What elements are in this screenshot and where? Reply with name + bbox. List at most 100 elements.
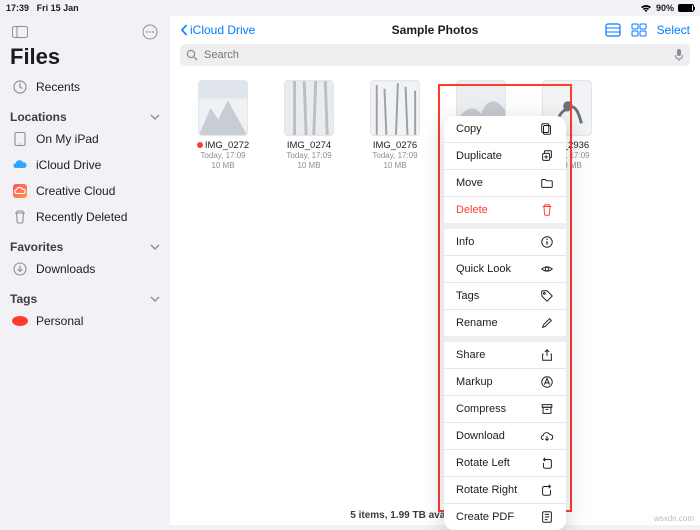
file-name: IMG_0274: [287, 140, 331, 151]
search-input[interactable]: [204, 49, 668, 61]
share-icon: [540, 348, 554, 362]
mic-icon[interactable]: [674, 48, 684, 62]
file-item[interactable]: IMG_0272 Today, 17:09 10 MB: [190, 80, 256, 170]
sidebar-title: Files: [10, 44, 160, 70]
menu-more-button[interactable]: [140, 22, 160, 42]
file-name: IMG_0272: [197, 140, 249, 151]
sidebar-item-downloads[interactable]: Downloads: [10, 256, 160, 282]
section-label: Tags: [10, 292, 37, 306]
sidebar-item-label: Personal: [36, 314, 83, 328]
sidebar-item-label: On My iPad: [36, 132, 99, 146]
menu-item-label: Download: [456, 430, 505, 442]
menu-item-duplicate[interactable]: Duplicate: [444, 143, 566, 169]
menu-item-rotate-right[interactable]: Rotate Right: [444, 477, 566, 503]
select-button[interactable]: Select: [657, 23, 690, 37]
chevron-left-icon: [180, 24, 188, 36]
chevron-down-icon: [150, 114, 160, 120]
menu-item-markup[interactable]: Markup: [444, 369, 566, 395]
tag-icon: [540, 289, 554, 303]
status-date: Fri 15 Jan: [37, 3, 79, 13]
tag-color-icon: [12, 316, 28, 326]
file-size: 10 MB: [383, 161, 406, 171]
file-size: 10 MB: [297, 161, 320, 171]
menu-item-label: Quick Look: [456, 263, 511, 275]
section-locations[interactable]: Locations: [10, 110, 160, 124]
folder-icon: [540, 176, 554, 190]
menu-item-info[interactable]: Info: [444, 229, 566, 255]
menu-item-download[interactable]: Download: [444, 423, 566, 449]
sidebar-item-icloud-drive[interactable]: iCloud Drive: [10, 152, 160, 178]
menu-item-label: Tags: [456, 290, 479, 302]
search-field[interactable]: [180, 44, 690, 66]
context-menu: Copy Duplicate Move Delete Info Quick Look Tag…: [444, 116, 566, 530]
sidebar-item-recently-deleted[interactable]: Recently Deleted: [10, 204, 160, 230]
view-grid-button[interactable]: [631, 23, 647, 37]
section-favorites[interactable]: Favorites: [10, 240, 160, 254]
sidebar-item-creative-cloud[interactable]: Creative Cloud: [10, 178, 160, 204]
menu-item-copy[interactable]: Copy: [444, 116, 566, 142]
file-date: Today, 17:09: [286, 151, 331, 161]
battery-icon: [678, 4, 694, 12]
menu-item-label: Create PDF: [456, 511, 514, 523]
sidebar-item-label: Creative Cloud: [36, 184, 115, 198]
file-name: IMG_0276: [373, 140, 417, 151]
file-thumbnail: [198, 80, 248, 136]
back-label: iCloud Drive: [190, 23, 255, 37]
sidebar-item-recents[interactable]: Recents: [10, 74, 160, 100]
creative-cloud-icon: [12, 183, 28, 199]
menu-item-tags[interactable]: Tags: [444, 283, 566, 309]
file-item[interactable]: IMG_0274 Today, 17:09 10 MB: [276, 80, 342, 170]
sidebar: Files Recents Locations On My iPad iClou…: [0, 16, 170, 525]
file-thumbnail: [370, 80, 420, 136]
file-size: 10 MB: [211, 161, 234, 171]
pdf-icon: [540, 510, 554, 524]
nav-bar: iCloud Drive Sample Photos Select: [170, 16, 700, 44]
file-date: Today, 17:09: [200, 151, 245, 161]
menu-item-quick-look[interactable]: Quick Look: [444, 256, 566, 282]
info-icon: [540, 235, 554, 249]
pencil-icon: [540, 316, 554, 330]
section-tags[interactable]: Tags: [10, 292, 160, 306]
clock-icon: [12, 79, 28, 95]
watermark: wsxdn.com: [654, 514, 694, 523]
search-icon: [186, 49, 198, 61]
status-time: 17:39: [6, 3, 29, 13]
sidebar-item-label: Downloads: [36, 262, 95, 276]
rotate-left-icon: [540, 456, 554, 470]
menu-item-move[interactable]: Move: [444, 170, 566, 196]
status-right: 90%: [640, 3, 694, 13]
wifi-icon: [640, 4, 652, 13]
menu-item-rename[interactable]: Rename: [444, 310, 566, 336]
menu-item-label: Markup: [456, 376, 493, 388]
sidebar-toggle-button[interactable]: [10, 22, 30, 42]
chevron-down-icon: [150, 296, 160, 302]
menu-item-delete[interactable]: Delete: [444, 197, 566, 223]
archive-icon: [540, 402, 554, 416]
trash-icon: [12, 209, 28, 225]
footer-status: 5 items, 1.99 TB available on iCloud: [170, 510, 700, 521]
menu-item-label: Info: [456, 236, 474, 248]
menu-item-create-pdf[interactable]: Create PDF: [444, 504, 566, 530]
file-grid: IMG_0272 Today, 17:09 10 MB IMG_0274 Tod…: [170, 74, 700, 176]
duplicate-icon: [540, 149, 554, 163]
view-list-button[interactable]: [605, 23, 621, 37]
sidebar-item-on-my-ipad[interactable]: On My iPad: [10, 126, 160, 152]
menu-item-label: Rotate Right: [456, 484, 517, 496]
menu-item-rotate-left[interactable]: Rotate Left: [444, 450, 566, 476]
file-item[interactable]: IMG_0276 Today, 17:09 10 MB: [362, 80, 428, 170]
status-bar: 17:39 Fri 15 Jan 90%: [0, 0, 700, 16]
file-date: Today, 17:09: [372, 151, 417, 161]
menu-item-label: Move: [456, 177, 483, 189]
menu-item-compress[interactable]: Compress: [444, 396, 566, 422]
menu-item-label: Rename: [456, 317, 498, 329]
sidebar-item-label: iCloud Drive: [36, 158, 101, 172]
eye-icon: [540, 262, 554, 276]
back-button[interactable]: iCloud Drive: [180, 23, 255, 37]
sidebar-item-tag-personal[interactable]: Personal: [10, 308, 160, 334]
menu-item-label: Share: [456, 349, 485, 361]
menu-item-label: Duplicate: [456, 150, 502, 162]
menu-item-label: Rotate Left: [456, 457, 510, 469]
file-thumbnail: [284, 80, 334, 136]
menu-item-share[interactable]: Share: [444, 342, 566, 368]
sidebar-item-label: Recently Deleted: [36, 210, 127, 224]
